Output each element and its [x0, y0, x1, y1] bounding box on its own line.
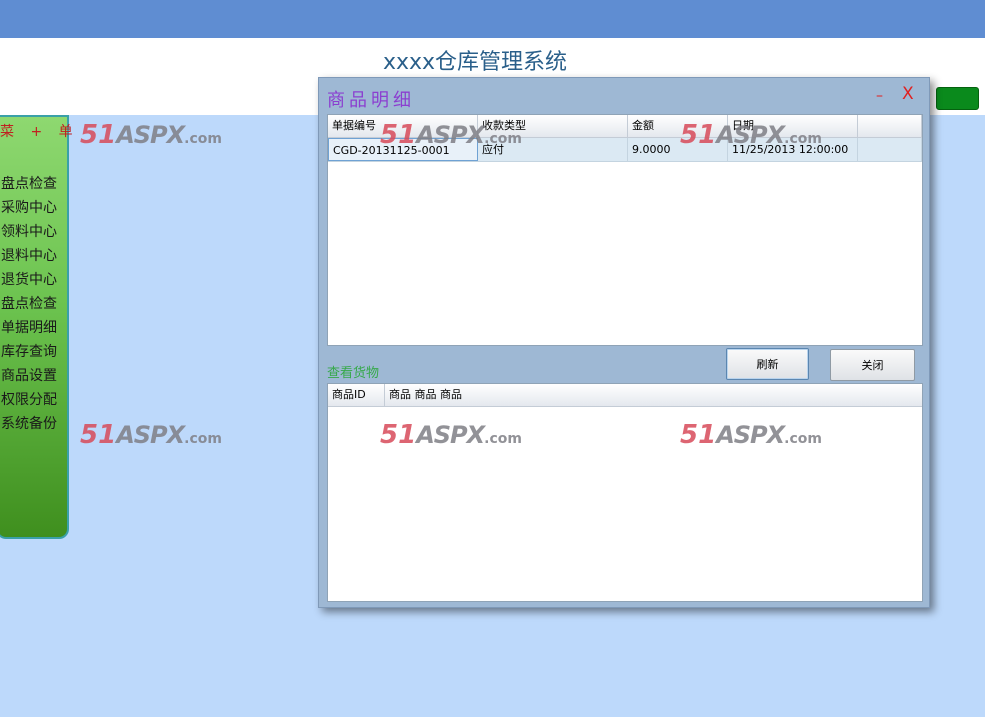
- close-icon[interactable]: X: [902, 84, 914, 104]
- top-banner: [0, 0, 985, 38]
- watermark-logo: 51ASPX.com: [380, 120, 522, 150]
- app-title: xxxx仓库管理系统: [382, 50, 568, 75]
- sidebar-menu: 菜 + 单 盘点检查 采购中心 领料中心 退料中心 退货中心 盘点检查 单据明细…: [0, 115, 79, 539]
- close-button[interactable]: 关闭: [830, 349, 915, 381]
- watermark-logo: 51ASPX.com: [680, 420, 822, 450]
- sidebar-item-stock-query[interactable]: 库存查询: [1, 340, 57, 364]
- sidebar-item-material-return-center[interactable]: 退料中心: [1, 244, 57, 268]
- column-header-product-id[interactable]: 商品ID: [328, 384, 385, 406]
- watermark-logo: 51ASPX.com: [680, 120, 822, 150]
- sidebar-item-inventory-check-2[interactable]: 盘点检查: [1, 292, 57, 316]
- column-header-empty: [858, 115, 922, 137]
- sidebar-item-system-backup[interactable]: 系统备份: [1, 412, 57, 436]
- sidebar-list: 盘点检查 采购中心 领料中心 退料中心 退货中心 盘点检查 单据明细 库存查询 …: [1, 172, 57, 436]
- watermark-logo: 51ASPX.com: [80, 420, 222, 450]
- product-details-dialog: 商品明细 – X 单据编号 收款类型 金额 日期 CGD-20131125-00…: [318, 77, 930, 608]
- sidebar-item-product-settings[interactable]: 商品设置: [1, 364, 57, 388]
- goods-grid: 商品ID 商品 商品 商品: [327, 383, 923, 602]
- refresh-button[interactable]: 刷新: [726, 348, 809, 380]
- sidebar-title: 菜 + 单: [0, 124, 79, 140]
- sidebar-item-requisition-center[interactable]: 领料中心: [1, 220, 57, 244]
- watermark-logo: 51ASPX.com: [380, 420, 522, 450]
- sidebar-item-goods-return-center[interactable]: 退货中心: [1, 268, 57, 292]
- watermark-logo: 51ASPX.com: [80, 120, 222, 150]
- sidebar-item-inventory-check[interactable]: 盘点检查: [1, 172, 57, 196]
- cell-empty[interactable]: [858, 138, 922, 161]
- column-header-product[interactable]: 商品 商品 商品: [385, 384, 585, 406]
- sidebar-item-purchase-center[interactable]: 采购中心: [1, 196, 57, 220]
- sidebar-item-document-details[interactable]: 单据明细: [1, 316, 57, 340]
- dialog-title: 商品明细: [327, 90, 415, 111]
- grid-header: 商品ID 商品 商品 商品: [328, 384, 922, 407]
- view-goods-link[interactable]: 查看货物: [327, 362, 379, 381]
- minimize-icon[interactable]: –: [876, 88, 883, 104]
- green-button[interactable]: [936, 87, 979, 110]
- sidebar-item-permission-assignment[interactable]: 权限分配: [1, 388, 57, 412]
